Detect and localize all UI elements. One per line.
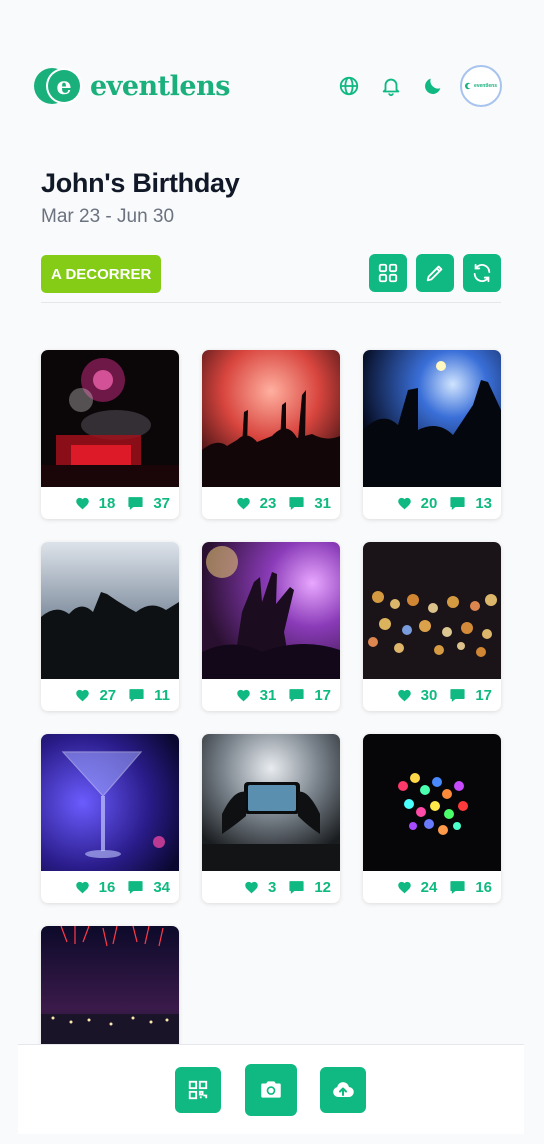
- heart-icon: [236, 496, 251, 511]
- app-frame: e eventlens eventlens John's Birthday Ma…: [18, 40, 524, 1134]
- comment-icon: [288, 495, 305, 512]
- photo-stats: 18 37: [41, 487, 179, 519]
- comment-count[interactable]: 13: [449, 495, 492, 512]
- photo-thumbnail: [202, 350, 340, 487]
- photo-thumbnail: [41, 542, 179, 679]
- like-count[interactable]: 23: [236, 495, 276, 512]
- photo-card[interactable]: 23 31: [202, 350, 340, 519]
- photo-stats: 30 17: [363, 679, 501, 711]
- comment-count[interactable]: 11: [128, 687, 170, 704]
- camera-icon: [261, 1081, 281, 1098]
- like-count[interactable]: 27: [75, 687, 116, 704]
- photo-thumbnail: [202, 542, 340, 679]
- photo-stats: 3 12: [202, 871, 340, 903]
- photo-stats: 24 16: [363, 871, 501, 903]
- like-count[interactable]: 18: [75, 495, 115, 512]
- edit-icon: [426, 265, 443, 282]
- bottom-action-bar: [18, 1044, 524, 1134]
- header-actions: eventlens: [328, 65, 502, 107]
- heart-icon: [236, 688, 251, 703]
- heart-icon: [244, 880, 259, 895]
- photo-thumbnail: [41, 926, 179, 1063]
- heart-icon: [397, 496, 412, 511]
- comment-icon: [127, 879, 144, 896]
- comment-count[interactable]: 12: [288, 879, 331, 896]
- photo-card[interactable]: 27 11: [41, 542, 179, 711]
- photo-card[interactable]: 24 16: [363, 734, 501, 903]
- bell-icon[interactable]: [370, 65, 412, 107]
- comment-icon: [128, 687, 145, 704]
- like-count[interactable]: 31: [236, 687, 276, 704]
- qr-code-icon: [188, 1080, 208, 1100]
- refresh-button[interactable]: [463, 254, 501, 292]
- heart-icon: [397, 688, 412, 703]
- grid-view-button[interactable]: [369, 254, 407, 292]
- event-dates: Mar 23 - Jun 30: [41, 206, 175, 227]
- like-count[interactable]: 24: [397, 879, 437, 896]
- edit-button[interactable]: [416, 254, 454, 292]
- comment-count[interactable]: 31: [288, 495, 331, 512]
- avatar-label: eventlens: [473, 83, 498, 89]
- comment-count[interactable]: 17: [288, 687, 331, 704]
- eventlens-logo-icon: e: [32, 66, 86, 106]
- photo-stats: 20 13: [363, 487, 501, 519]
- comment-count[interactable]: 34: [127, 879, 170, 896]
- toolbar: [369, 254, 501, 292]
- avatar[interactable]: eventlens: [460, 65, 502, 107]
- globe-icon[interactable]: [328, 65, 370, 107]
- like-count[interactable]: 16: [75, 879, 115, 896]
- photo-thumbnail: [363, 542, 501, 679]
- refresh-icon: [473, 263, 491, 283]
- comment-count[interactable]: 16: [449, 879, 492, 896]
- brand-logo[interactable]: e eventlens: [32, 66, 230, 106]
- camera-button[interactable]: [245, 1064, 297, 1116]
- photo-stats: 31 17: [202, 679, 340, 711]
- photo-stats: 16 34: [41, 871, 179, 903]
- photo-card[interactable]: 20 13: [363, 350, 501, 519]
- status-badge: A DECORRER: [41, 255, 162, 293]
- event-title: John's Birthday: [41, 168, 240, 198]
- like-count[interactable]: 3: [244, 879, 276, 896]
- comment-icon: [449, 879, 466, 896]
- photo-thumbnail: [41, 350, 179, 487]
- photo-thumbnail: [41, 734, 179, 871]
- heart-icon: [75, 496, 90, 511]
- brand-name: eventlens: [90, 70, 230, 102]
- heart-icon: [75, 880, 90, 895]
- svg-text:e: e: [56, 71, 71, 100]
- comment-icon: [288, 879, 305, 896]
- grid-icon: [378, 263, 398, 283]
- comment-icon: [449, 495, 466, 512]
- photo-card[interactable]: 30 17: [363, 542, 501, 711]
- comment-count[interactable]: 17: [449, 687, 492, 704]
- photo-stats: 23 31: [202, 487, 340, 519]
- upload-button[interactable]: [320, 1067, 366, 1113]
- comment-icon: [288, 687, 305, 704]
- photo-card[interactable]: 18 37: [41, 350, 179, 519]
- heart-icon: [397, 880, 412, 895]
- heart-icon: [75, 688, 90, 703]
- avatar-logo-icon: [464, 82, 473, 90]
- like-count[interactable]: 20: [397, 495, 437, 512]
- qr-code-button[interactable]: [175, 1067, 221, 1113]
- photo-stats: 27 11: [41, 679, 179, 711]
- moon-icon[interactable]: [412, 65, 454, 107]
- cloud-upload-icon: [333, 1082, 354, 1098]
- photo-card[interactable]: 3 12: [202, 734, 340, 903]
- photo-thumbnail: [363, 734, 501, 871]
- top-header: e eventlens eventlens: [32, 64, 502, 108]
- comment-icon: [127, 495, 144, 512]
- photo-card[interactable]: 16 34: [41, 734, 179, 903]
- like-count[interactable]: 30: [397, 687, 437, 704]
- photo-card[interactable]: 31 17: [202, 542, 340, 711]
- divider: [41, 302, 501, 303]
- comment-count[interactable]: 37: [127, 495, 170, 512]
- comment-icon: [449, 687, 466, 704]
- photo-thumbnail: [202, 734, 340, 871]
- photo-thumbnail: [363, 350, 501, 487]
